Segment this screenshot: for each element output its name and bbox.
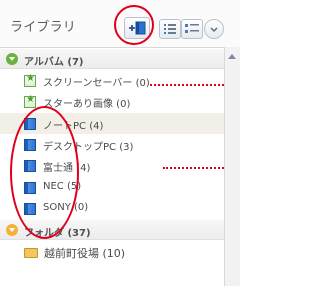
folder-icon: [24, 248, 38, 258]
albums-group[interactable]: アルバム (7): [0, 49, 224, 69]
folder-item-label: 越前町役場 (10): [44, 247, 126, 260]
albums-expand-icon[interactable]: [6, 53, 18, 65]
library-panel: ライブラリ アルバム (7) ★ スクリーンセーバー (0) ★ スターあり画像…: [0, 0, 240, 287]
star-album-icon: [24, 73, 36, 87]
annotation-circle-albums: [10, 106, 79, 239]
albums-group-label: アルバム (7): [24, 57, 84, 68]
album-item-label: スクリーンセーバー (0): [43, 78, 150, 89]
detail-view-icon: [185, 24, 199, 33]
scroll-up-icon[interactable]: [228, 54, 236, 59]
folders-expand-icon[interactable]: [6, 224, 18, 236]
options-button[interactable]: [204, 19, 224, 39]
annotation-circle-add-button: [114, 5, 154, 45]
list-view-button[interactable]: [159, 19, 181, 39]
annotation-dotted-line-top: [150, 84, 224, 86]
folder-item-echizen[interactable]: 越前町役場 (10): [0, 242, 224, 263]
album-item-screensaver[interactable]: スクリーンセーバー (0): [0, 70, 224, 91]
annotation-dotted-line-mid: [163, 167, 224, 169]
detail-view-button[interactable]: [181, 19, 203, 39]
star-album-icon: [24, 94, 36, 108]
chevron-down-icon: [210, 27, 218, 33]
tree-scrollbar[interactable]: [224, 47, 240, 286]
library-title: ライブラリ: [10, 20, 77, 35]
album-item-label: スターあり画像 (0): [43, 99, 131, 110]
list-view-icon: [164, 24, 176, 34]
